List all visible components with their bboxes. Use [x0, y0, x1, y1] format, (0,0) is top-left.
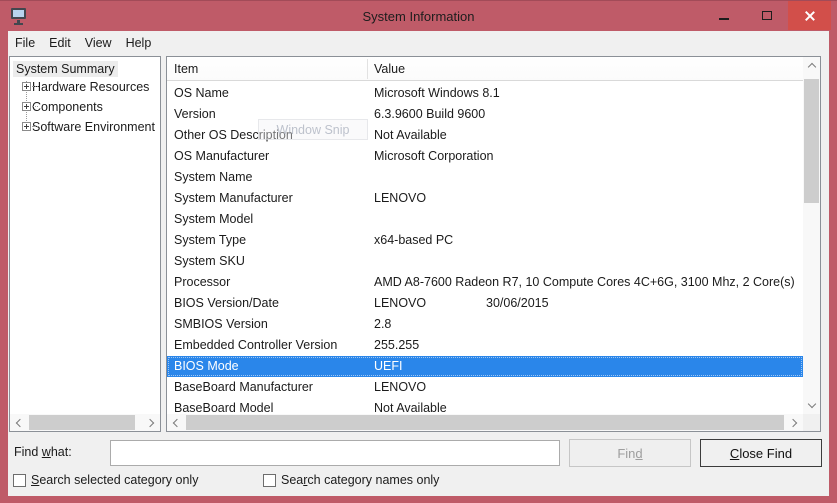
- row-system-model[interactable]: System Model: [167, 209, 803, 230]
- column-header-value[interactable]: Value: [374, 57, 405, 81]
- menu-edit[interactable]: Edit: [42, 32, 78, 54]
- scroll-up-icon[interactable]: [803, 57, 820, 74]
- app-icon: [10, 7, 28, 25]
- window-snip-ghost: Window Snip: [258, 119, 368, 140]
- maximize-button[interactable]: [745, 1, 788, 30]
- column-header-item[interactable]: Item: [174, 57, 198, 81]
- find-what-label: Find what:: [14, 439, 72, 465]
- find-button[interactable]: Find: [569, 439, 691, 467]
- tree-item-system-summary[interactable]: System Summary: [13, 61, 118, 77]
- close-icon: [804, 10, 816, 22]
- row-system-manufacturer[interactable]: System ManufacturerLENOVO: [167, 188, 803, 209]
- minimize-button[interactable]: [702, 1, 745, 30]
- minimize-icon: [719, 18, 729, 20]
- row-system-name[interactable]: System Name: [167, 167, 803, 188]
- client-area: FileEditViewHelp System Summary Hardware…: [8, 31, 829, 496]
- close-find-button[interactable]: Close Find: [700, 439, 822, 467]
- menu-file[interactable]: File: [8, 32, 42, 54]
- maximize-icon: [762, 11, 772, 20]
- row-system-type[interactable]: System Typex64-based PC: [167, 230, 803, 251]
- row-processor[interactable]: ProcessorAMD A8-7600 Radeon R7, 10 Compu…: [167, 272, 803, 293]
- close-button[interactable]: [788, 1, 831, 30]
- scrollbar-corner: [803, 414, 820, 431]
- row-bios-mode[interactable]: BIOS ModeUEFI: [167, 356, 803, 377]
- menu-view[interactable]: View: [78, 32, 119, 54]
- category-tree: System Summary Hardware ResourcesCompone…: [10, 57, 160, 397]
- search-selected-category-checkbox[interactable]: Search selected category only: [13, 473, 198, 487]
- tree-item-hardware-resources[interactable]: Hardware Resources: [10, 77, 160, 97]
- details-horizontal-scrollbar[interactable]: [167, 414, 803, 431]
- row-os-name[interactable]: OS NameMicrosoft Windows 8.1: [167, 83, 803, 104]
- row-system-sku[interactable]: System SKU: [167, 251, 803, 272]
- search-options: Search selected category only Search cat…: [8, 473, 829, 491]
- tree-item-components[interactable]: Components: [10, 97, 160, 117]
- menu-help[interactable]: Help: [119, 32, 159, 54]
- system-information-window: System Information FileEditViewHelp Syst…: [0, 0, 837, 503]
- search-category-names-checkbox[interactable]: Search category names only: [263, 473, 439, 487]
- expand-icon[interactable]: [22, 102, 31, 111]
- scroll-left-icon[interactable]: [10, 414, 27, 431]
- expand-icon[interactable]: [22, 122, 31, 131]
- tree-item-software-environment[interactable]: Software Environment: [10, 117, 160, 137]
- title-bar[interactable]: System Information: [0, 1, 837, 31]
- checkbox-icon[interactable]: [13, 474, 26, 487]
- find-input[interactable]: [110, 440, 560, 466]
- scroll-right-icon[interactable]: [143, 414, 160, 431]
- category-tree-pane: System Summary Hardware ResourcesCompone…: [9, 56, 161, 432]
- scroll-right-icon[interactable]: [786, 414, 803, 431]
- list-header: Item Value: [167, 57, 803, 81]
- expand-icon[interactable]: [22, 82, 31, 91]
- row-os-manufacturer[interactable]: OS ManufacturerMicrosoft Corporation: [167, 146, 803, 167]
- details-vertical-scrollbar[interactable]: [803, 57, 820, 414]
- tree-horizontal-scrollbar[interactable]: [10, 414, 160, 431]
- tree-hscroll-thumb[interactable]: [29, 415, 135, 430]
- scroll-down-icon[interactable]: [803, 397, 820, 414]
- details-pane: Item Value OS NameMicrosoft Windows 8.1V…: [166, 56, 821, 432]
- checkbox-icon[interactable]: [263, 474, 276, 487]
- row-bios-version-date[interactable]: BIOS Version/DateLENOVO30/06/2015: [167, 293, 803, 314]
- row-embedded-controller-version[interactable]: Embedded Controller Version255.255: [167, 335, 803, 356]
- row-smbios-version[interactable]: SMBIOS Version2.8: [167, 314, 803, 335]
- row-baseboard-manufacturer[interactable]: BaseBoard ManufacturerLENOVO: [167, 377, 803, 398]
- row-baseboard-model[interactable]: BaseBoard ModelNot Available: [167, 398, 803, 414]
- menu-bar: FileEditViewHelp: [8, 31, 829, 54]
- details-vscroll-thumb[interactable]: [804, 79, 819, 203]
- details-hscroll-thumb[interactable]: [186, 415, 784, 430]
- column-separator[interactable]: [367, 59, 368, 79]
- scroll-left-icon[interactable]: [167, 414, 184, 431]
